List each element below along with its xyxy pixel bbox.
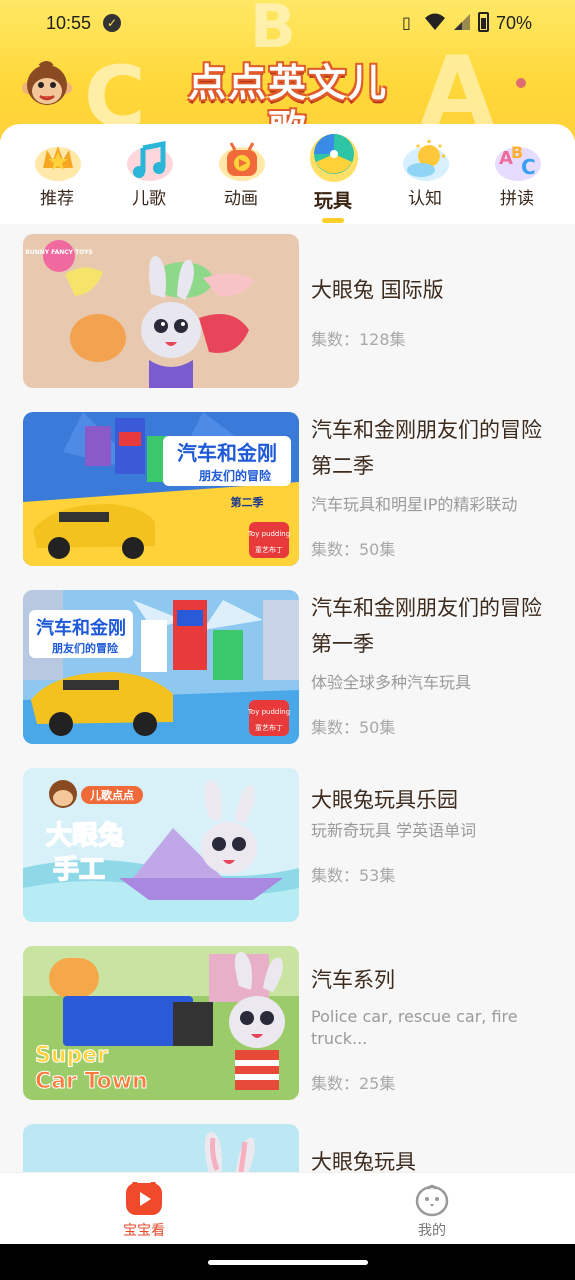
nav-mine[interactable]: 我的 xyxy=(372,1181,492,1240)
tab-phonics[interactable]: ABC 拼读 xyxy=(471,124,563,224)
tab-label: 推荐 xyxy=(40,189,74,209)
item-description: 玩新奇玩具 学英语单词 xyxy=(311,821,477,840)
svg-text:C: C xyxy=(521,155,536,179)
season-2-badge: 第二季 xyxy=(231,495,265,509)
item-title: 大眼兔玩具乐园 xyxy=(311,788,458,812)
tab-recommend[interactable]: 推荐 xyxy=(11,124,103,224)
play-tv-icon xyxy=(217,138,267,182)
active-tab-indicator xyxy=(322,218,344,223)
status-bar: 10:55 ✓ ▯ 70% xyxy=(0,0,575,48)
tab-label: 认知 xyxy=(408,189,442,209)
car-town-logo-text: Car Town xyxy=(35,1069,148,1094)
list-item[interactable]: 大眼兔玩具 xyxy=(0,1114,575,1172)
toy-pudding-logo: Toy pudding xyxy=(247,530,290,538)
list-item[interactable]: BUNNY FANCY TOYS 大眼兔 国际版 集数：128集 xyxy=(0,224,575,394)
thumbnail-bunny-paper-boat[interactable]: 儿歌点点 大眼兔 手工 xyxy=(23,768,299,922)
list-item[interactable]: 汽车和金刚 朋友们的冒险 第二季 Toy pudding 童艺布丁 汽车和金刚朋… xyxy=(0,402,575,572)
tab-label: 动画 xyxy=(224,189,258,209)
thumbnail-bunny-clay[interactable]: BUNNY FANCY TOYS xyxy=(23,234,299,388)
ladybug-decoration xyxy=(516,78,526,88)
nav-baby-watch[interactable]: 宝宝看 xyxy=(84,1181,204,1240)
erge-diandian-logo: 儿歌点点 xyxy=(89,788,134,802)
category-tabs: 推荐 儿歌 动画 玩具 认知 ABC 拼读 xyxy=(0,124,575,224)
toy-pudding-logo: Toy pudding xyxy=(247,708,290,716)
play-button-icon xyxy=(124,1181,164,1217)
item-description: 汽车玩具和明星IP的精彩联动 xyxy=(311,495,518,514)
item-title: 汽车系列 xyxy=(311,968,395,992)
toy-pudding-cn-logo: 童艺布丁 xyxy=(255,545,283,554)
thumbnail-robot-car-s2[interactable]: 汽车和金刚 朋友们的冒险 第二季 Toy pudding 童艺布丁 xyxy=(23,412,299,566)
crown-star-icon xyxy=(33,138,83,182)
super-logo-text: Super xyxy=(35,1043,108,1068)
toy-pudding-cn-logo: 童艺布丁 xyxy=(255,723,283,732)
list-item[interactable]: 儿歌点点 大眼兔 手工 大眼兔玩具乐园 玩新奇玩具 学英语单词 集数：53集 xyxy=(0,758,575,928)
nav-label: 宝宝看 xyxy=(123,1223,165,1239)
bottom-navigation: 宝宝看 我的 xyxy=(0,1172,575,1244)
item-episodes: 集数：25集 xyxy=(311,1074,396,1093)
battery-percent: 70% xyxy=(496,13,533,33)
item-episodes: 集数：128集 xyxy=(311,330,406,349)
item-episodes: 集数：53集 xyxy=(311,866,396,885)
bunny-fancy-toys-logo: BUNNY FANCY TOYS xyxy=(25,249,92,256)
vibrate-icon: ▯ xyxy=(402,13,411,32)
item-episodes: 集数：50集 xyxy=(311,540,396,559)
tab-songs[interactable]: 儿歌 xyxy=(103,124,195,224)
robot-car-title-a: 汽车和金刚 xyxy=(36,617,126,639)
signal-icon xyxy=(452,12,472,37)
list-item[interactable]: Super Car Town 汽车系列 Police car, rescue c… xyxy=(0,936,575,1106)
beach-ball-icon xyxy=(306,128,362,184)
list-item[interactable]: 汽车和金刚 朋友们的冒险 Toy pudding 童艺布丁 汽车和金刚朋友们的冒… xyxy=(0,580,575,750)
tab-cognition[interactable]: 认知 xyxy=(379,124,471,224)
item-title: 汽车和金刚朋友们的冒险 第一季 xyxy=(311,596,542,656)
status-time: 10:55 xyxy=(46,13,92,33)
chick-profile-icon xyxy=(412,1181,452,1217)
nav-label: 我的 xyxy=(418,1223,446,1239)
tab-toys[interactable]: 玩具 xyxy=(287,124,379,224)
robot-car-title-b: 朋友们的冒险 xyxy=(198,468,272,483)
bunny-craft-title-b: 手工 xyxy=(53,855,105,885)
content-list: BUNNY FANCY TOYS 大眼兔 国际版 集数：128集 汽车和金刚 朋… xyxy=(0,224,575,1172)
item-description: 体验全球多种汽车玩具 xyxy=(311,673,472,692)
wifi-icon xyxy=(424,12,446,37)
item-description: Police car, rescue car, fire truck... xyxy=(311,1007,518,1048)
item-title: 大眼兔 国际版 xyxy=(311,278,444,302)
system-navigation-bar xyxy=(0,1244,575,1280)
item-episodes: 集数：50集 xyxy=(311,718,396,737)
thumbnail-super-car-town[interactable]: Super Car Town xyxy=(23,946,299,1100)
tab-label: 拼读 xyxy=(500,189,534,209)
home-gesture-pill[interactable] xyxy=(208,1260,368,1265)
bunny-craft-title-a: 大眼兔 xyxy=(46,821,124,851)
sun-cloud-icon xyxy=(401,138,451,182)
music-note-icon xyxy=(125,138,175,182)
tab-cartoons[interactable]: 动画 xyxy=(195,124,287,224)
monkey-avatar-icon[interactable] xyxy=(22,58,72,112)
robot-car-title-a: 汽车和金刚 xyxy=(177,441,277,465)
thumbnail-bunny-partial[interactable] xyxy=(23,1124,299,1172)
item-title: 大眼兔玩具 xyxy=(311,1150,416,1172)
tab-label: 玩具 xyxy=(313,190,352,212)
item-title: 汽车和金刚朋友们的冒险第二季 xyxy=(311,418,542,478)
app-title: 点点英文儿歌 xyxy=(187,61,388,140)
thumbnail-robot-car-s1[interactable]: 汽车和金刚 朋友们的冒险 Toy pudding 童艺布丁 xyxy=(23,590,299,744)
robot-car-title-b: 朋友们的冒险 xyxy=(51,641,119,655)
app-header: C A B 10:55 ✓ ▯ 70% 点点英文儿歌 xyxy=(0,0,575,140)
check-circle-icon: ✓ xyxy=(103,14,121,32)
abc-letters-icon: ABC xyxy=(493,138,543,182)
tab-label: 儿歌 xyxy=(132,189,166,209)
battery-icon xyxy=(478,12,489,32)
